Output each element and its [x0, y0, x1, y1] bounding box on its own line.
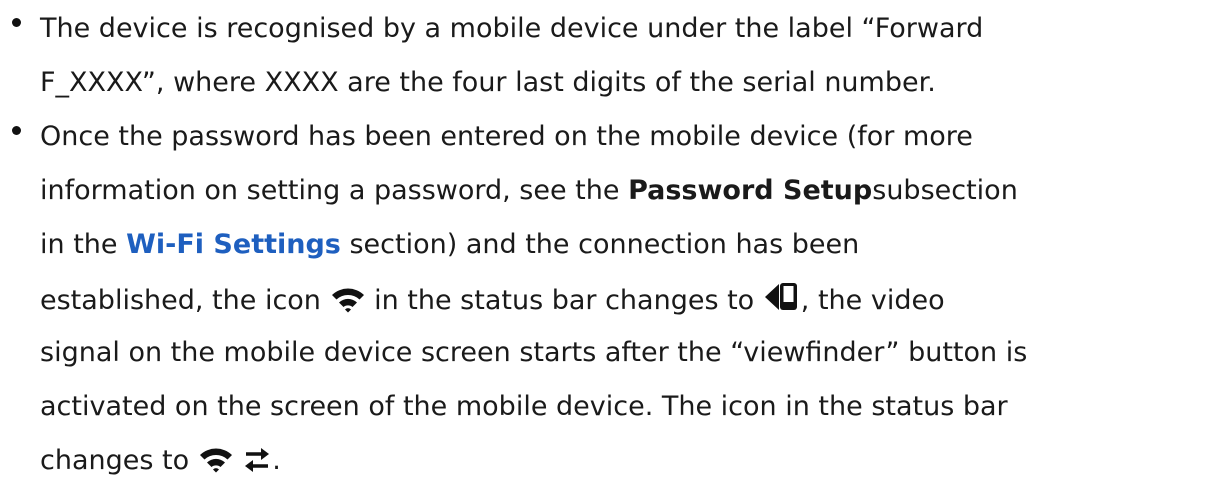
text-line: in the Wi-Fi Settings section) and the c… — [40, 227, 859, 263]
wifi-settings-link[interactable]: Wi-Fi Settings — [126, 229, 341, 260]
text-line: signal on the mobile device screen start… — [40, 337, 1028, 368]
bullet-icon — [12, 126, 21, 135]
password-setup-ref: Password Setup — [628, 175, 873, 206]
text-line: information on setting a password, see t… — [40, 173, 1018, 209]
text-span: established, the icon — [40, 285, 330, 316]
speaker-phone-icon — [763, 281, 801, 313]
text-line: F_XXXX”, where XXXX are the four last di… — [40, 67, 936, 98]
text-span: changes to — [40, 445, 198, 476]
text-line: changes to . — [40, 443, 281, 479]
text-line: established, the icon in the status bar … — [40, 281, 945, 317]
bullet-icon — [12, 18, 21, 27]
text-span: in the status bar changes to — [365, 285, 763, 316]
text-span: section) and the connection has been — [340, 229, 860, 260]
text-span: in the — [40, 229, 127, 260]
text-span: . — [272, 445, 281, 476]
text-line: The device is recognised by a mobile dev… — [40, 13, 984, 44]
text-span: subsection — [872, 175, 1018, 206]
document-page: The device is recognised by a mobile dev… — [0, 0, 1222, 476]
text-span: information on setting a password, see t… — [40, 175, 629, 206]
wifi-icon — [198, 445, 234, 473]
text-line: Once the password has been entered on th… — [40, 121, 973, 152]
text-line: activated on the screen of the mobile de… — [40, 391, 1008, 422]
text-span: , the video — [800, 285, 945, 316]
wifi-icon — [330, 285, 366, 313]
transfer-arrows-icon — [242, 447, 272, 473]
